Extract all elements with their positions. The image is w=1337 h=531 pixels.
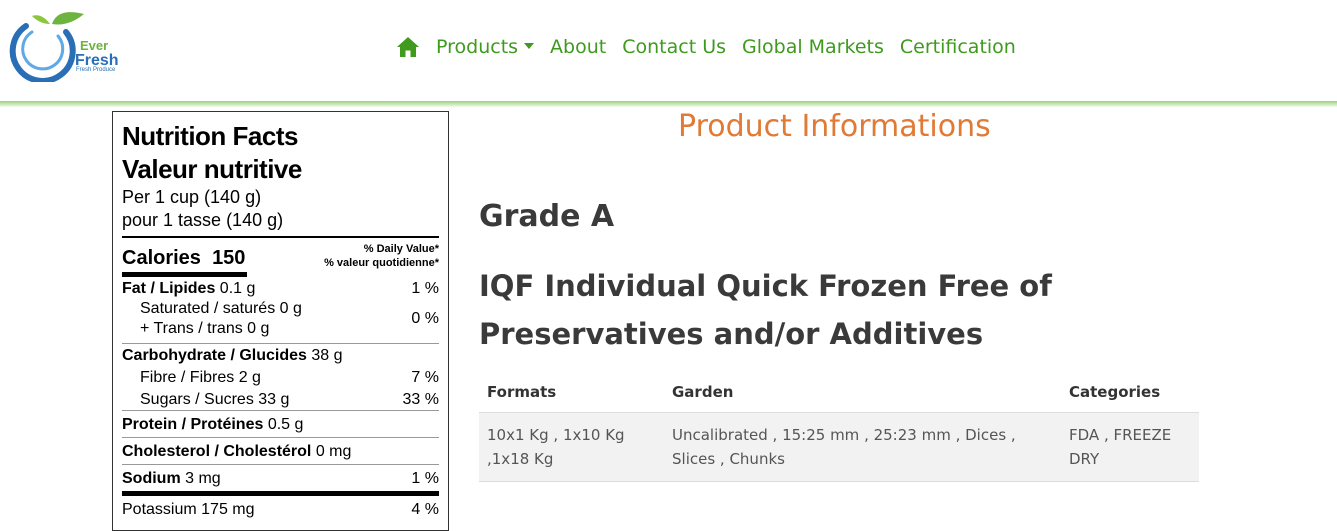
product-grade: Grade A	[479, 199, 615, 234]
calories-value: 150	[212, 247, 246, 269]
sodium-row: Sodium 3 mg 1 %	[122, 464, 439, 491]
home-icon[interactable]	[396, 36, 420, 58]
protein-row: Protein / Protéines 0.5 g	[122, 410, 439, 437]
navbar-divider	[0, 101, 1337, 107]
brand-name-line1: Ever	[80, 38, 109, 53]
brand-tagline: Fresh Produce	[76, 67, 116, 73]
chevron-down-icon	[524, 43, 535, 49]
nav-about[interactable]: About	[550, 36, 606, 58]
nutrition-title-en: Nutrition Facts	[122, 121, 298, 151]
cell-garden: Uncalibrated , 15:25 mm , 25:23 mm , Dic…	[664, 412, 1061, 482]
nav-global-markets[interactable]: Global Markets	[742, 36, 884, 58]
serving-size-fr: pour 1 tasse (140 g)	[122, 210, 284, 230]
potassium-row: Potassium 175 mg 4 %	[122, 491, 439, 522]
sat-trans-row: Saturated / saturés 0 g + Trans / trans 0…	[140, 300, 439, 337]
col-formats: Formats	[479, 372, 664, 413]
product-spec-table: Formats Garden Categories 10x1 Kg , 1x10…	[479, 372, 1199, 482]
product-description: IQF Individual Quick Frozen Free of Pres…	[479, 269, 1052, 351]
main-nav: Products About Contact Us Global Markets…	[396, 33, 1032, 61]
sugars-row: Sugars / Sucres 33 g 33 %	[140, 391, 439, 408]
carbohydrate-row: Carbohydrate / Glucides 38 g	[122, 343, 439, 366]
serving-size-en: Per 1 cup (140 g)	[122, 187, 262, 207]
cell-categories: FDA , FREEZE DRY	[1061, 412, 1199, 482]
fat-row: Fat / Lipides 0.1 g 1 %	[122, 280, 439, 297]
daily-value-fr: % valeur quotidienne*	[324, 257, 439, 269]
daily-value-en: % Daily Value*	[363, 243, 439, 255]
calories-row: Calories 150 % Daily Value* % valeur quot…	[122, 238, 439, 270]
nutrition-title-fr: Valeur nutritive	[122, 154, 302, 184]
cholesterol-row: Cholesterol / Cholestérol 0 mg	[122, 437, 439, 464]
col-garden: Garden	[664, 372, 1061, 413]
nav-contact-us[interactable]: Contact Us	[622, 36, 726, 58]
fibre-row: Fibre / Fibres 2 g7 %	[140, 369, 439, 386]
table-row: 10x1 Kg , 1x10 Kg ,1x18 Kg Uncalibrated …	[479, 412, 1199, 482]
cell-formats: 10x1 Kg , 1x10 Kg ,1x18 Kg	[479, 412, 664, 482]
nutrition-facts-label: Nutrition Facts Valeur nutritive Per 1 c…	[112, 111, 449, 531]
top-navbar: Ever Fresh Fresh Produce Products About …	[0, 0, 1337, 101]
product-info-heading: Product Informations	[678, 109, 991, 144]
nav-products[interactable]: Products	[436, 36, 535, 58]
table-header-row: Formats Garden Categories	[479, 372, 1199, 413]
col-categories: Categories	[1061, 372, 1199, 413]
calories-label: Calories	[122, 247, 201, 269]
nav-certification[interactable]: Certification	[900, 36, 1016, 58]
